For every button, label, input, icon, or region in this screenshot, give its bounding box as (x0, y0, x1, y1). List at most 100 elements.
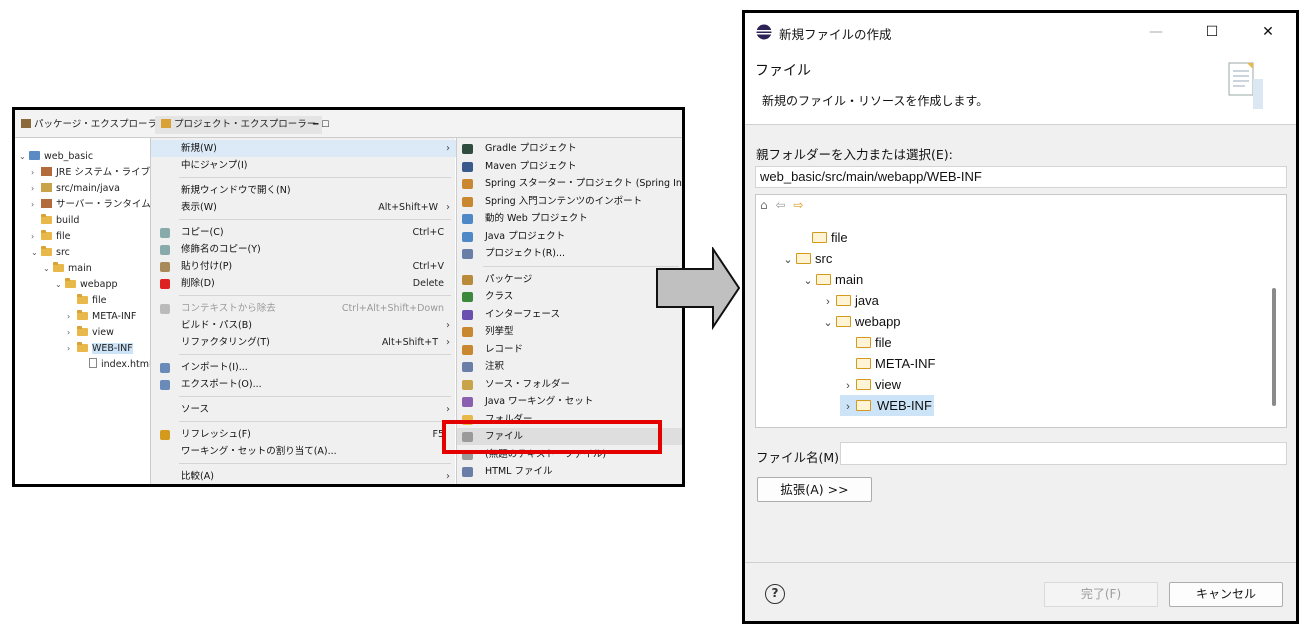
folder-tree-item[interactable]: › WEB-INF (840, 395, 934, 416)
tree-item-label: build (56, 215, 80, 226)
folder-tree-item[interactable]: file (840, 332, 892, 353)
submenu-item-label: パッケージ (485, 273, 533, 285)
tree-expand-arrow[interactable]: › (31, 165, 41, 181)
folder-tree-item[interactable]: › java (820, 290, 879, 311)
advanced-button[interactable]: 拡張(A) >> (757, 477, 872, 502)
tree-item[interactable]: › src/main/java (31, 181, 120, 197)
tree-item[interactable]: › META-INF (67, 309, 136, 325)
open-folder-icon (812, 232, 827, 243)
menu-item[interactable]: 貼り付け(P) Ctrl+V (151, 258, 456, 275)
tree-item[interactable]: › view (67, 325, 114, 341)
submenu-item-icon (462, 379, 473, 390)
tree-item[interactable]: › JRE システム・ライブラリ (31, 165, 169, 181)
menu-item[interactable]: コピー(C) Ctrl+C (151, 224, 456, 241)
tree-expand-arrow[interactable]: ⌄ (800, 271, 816, 292)
tree-item[interactable]: ⌄ src (31, 245, 70, 261)
tree-item[interactable]: › file (31, 229, 70, 245)
tree-expand-arrow[interactable]: › (67, 309, 77, 325)
menu-item[interactable]: 中にジャンプ(I) (151, 157, 456, 174)
folder-tree[interactable]: ⌂ ⇦ ⇨ file ⌄ src ⌄ main › java ⌄ webapp file META-… (755, 194, 1287, 428)
submenu-item[interactable]: Spring 入門コンテンツのインポート (457, 193, 682, 210)
finish-button[interactable]: 完了(F) (1044, 582, 1158, 607)
tree-expand-arrow[interactable]: ⌄ (31, 245, 41, 261)
submenu-item-icon (462, 292, 473, 302)
submenu-item[interactable]: クラス (457, 288, 682, 305)
tab-project-explorer[interactable]: プロジェクト・エクスプローラー (155, 116, 323, 134)
submenu-item[interactable]: パッケージ (457, 271, 682, 288)
tree-item[interactable]: › WEB-INF (67, 341, 133, 357)
parent-folder-input[interactable]: web_basic/src/main/webapp/WEB-INF (755, 166, 1287, 188)
close-button[interactable]: ✕ (1248, 19, 1288, 45)
tree-expand-arrow[interactable]: ⌄ (820, 313, 836, 334)
tree-item[interactable]: ⌄ web_basic (19, 149, 93, 165)
folder-tree-item[interactable]: ⌄ main (800, 269, 863, 290)
view-minimize-maximize[interactable]: ━ ☐ (313, 116, 329, 134)
tree-expand-arrow[interactable]: › (31, 197, 41, 213)
submenu-item[interactable]: ソース・フォルダー (457, 376, 682, 393)
tree-item[interactable]: build (31, 213, 79, 229)
menu-item[interactable]: 修飾名のコピー(Y) (151, 241, 456, 258)
menu-item[interactable]: インポート(I)... (151, 359, 456, 376)
menu-item[interactable]: ワーキング・セットの割り当て(A)... (151, 443, 456, 460)
tree-expand-arrow[interactable]: ⌄ (55, 277, 65, 293)
maximize-button[interactable]: ☐ (1192, 19, 1232, 45)
submenu-item[interactable]: 動的 Web プロジェクト (457, 210, 682, 227)
submenu-item[interactable]: Java ワーキング・セット (457, 393, 682, 410)
menu-item[interactable]: 比較(A) › (151, 468, 456, 484)
submenu-item[interactable]: HTML ファイル (457, 463, 682, 480)
minimize-button[interactable]: — (1136, 19, 1176, 45)
submenu-item[interactable]: 列挙型 (457, 323, 682, 340)
menu-item[interactable]: リファクタリング(T) Alt+Shift+T › (151, 334, 456, 351)
tree-expand-arrow[interactable]: › (67, 341, 77, 357)
folder-tree-item[interactable]: META-INF (840, 353, 935, 374)
submenu-item[interactable]: Spring スターター・プロジェクト (Spring Initializr) (457, 175, 682, 192)
menu-item[interactable]: 表示(W) Alt+Shift+W › (151, 199, 456, 216)
tree-expand-arrow[interactable]: › (67, 325, 77, 341)
menu-item[interactable]: 削除(D) Delete (151, 275, 456, 292)
submenu-item[interactable]: 注釈 (457, 358, 682, 375)
tree-expand-arrow[interactable]: ⌄ (780, 250, 796, 271)
menu-item[interactable]: 新規ウィンドウで開く(N) (151, 182, 456, 199)
menu-item[interactable]: 新規(W) › (151, 140, 456, 157)
menu-item[interactable]: ソース › (151, 401, 456, 418)
tree-item[interactable]: ⌄ webapp (55, 277, 118, 293)
menu-item-shortcut: Alt+Shift+W (378, 202, 438, 213)
menu-item-label: 中にジャンプ(I) (181, 160, 248, 171)
tree-item[interactable]: index.html (79, 357, 152, 373)
library-icon (41, 199, 52, 208)
cancel-button[interactable]: キャンセル (1169, 582, 1283, 607)
menu-item[interactable]: エクスポート(O)... (151, 376, 456, 393)
help-icon[interactable]: ? (765, 584, 785, 604)
folder-tree-item[interactable]: › view (840, 374, 901, 395)
tree-expand-arrow[interactable]: › (820, 292, 836, 313)
tree-expand-arrow[interactable]: ⌄ (43, 261, 53, 277)
menu-item: コンテキストから除去 Ctrl+Alt+Shift+Down (151, 300, 456, 317)
tree-item[interactable]: › サーバー・ランタイム [To (31, 197, 167, 213)
submenu-item[interactable]: インターフェース (457, 306, 682, 323)
menu-item[interactable]: リフレッシュ(F) F5 (151, 426, 456, 443)
submenu-item[interactable]: プロジェクト(R)... (457, 245, 682, 262)
tree-item[interactable]: file (67, 293, 106, 309)
tree-expand-arrow[interactable]: ⌄ (19, 149, 29, 165)
submenu-item[interactable]: Java プロジェクト (457, 228, 682, 245)
tree-expand-arrow[interactable]: › (31, 229, 41, 245)
eclipse-logo-icon (756, 24, 772, 40)
tree-expand-arrow[interactable]: › (840, 376, 856, 397)
submenu-item[interactable]: レコード (457, 341, 682, 358)
submenu-item[interactable]: Maven プロジェクト (457, 158, 682, 175)
folder-tree-item[interactable]: ⌄ src (780, 248, 832, 269)
open-folder-icon (796, 253, 811, 264)
filename-input[interactable] (840, 442, 1287, 465)
tree-item-label: web_basic (44, 151, 94, 162)
tree-expand-arrow[interactable]: › (31, 181, 41, 197)
tree-expand-arrow[interactable]: › (840, 397, 856, 418)
folder-tree-item[interactable]: ⌄ webapp (820, 311, 900, 334)
menu-item[interactable]: ビルド・パス(B) › (151, 317, 456, 334)
folder-tree-item[interactable]: file (796, 227, 848, 248)
folder-tree-items: file ⌄ src ⌄ main › java ⌄ webapp file META-INF › vi… (756, 195, 1276, 427)
submenu-item[interactable]: Gradle プロジェクト (457, 140, 682, 157)
submenu-item-icon (462, 362, 473, 372)
tree-item[interactable]: ⌄ main (43, 261, 92, 277)
package-tree: ⌄ web_basic › JRE システム・ライブラリ › src/main/java ›… (15, 142, 169, 484)
tree-scrollbar[interactable] (1272, 288, 1276, 406)
